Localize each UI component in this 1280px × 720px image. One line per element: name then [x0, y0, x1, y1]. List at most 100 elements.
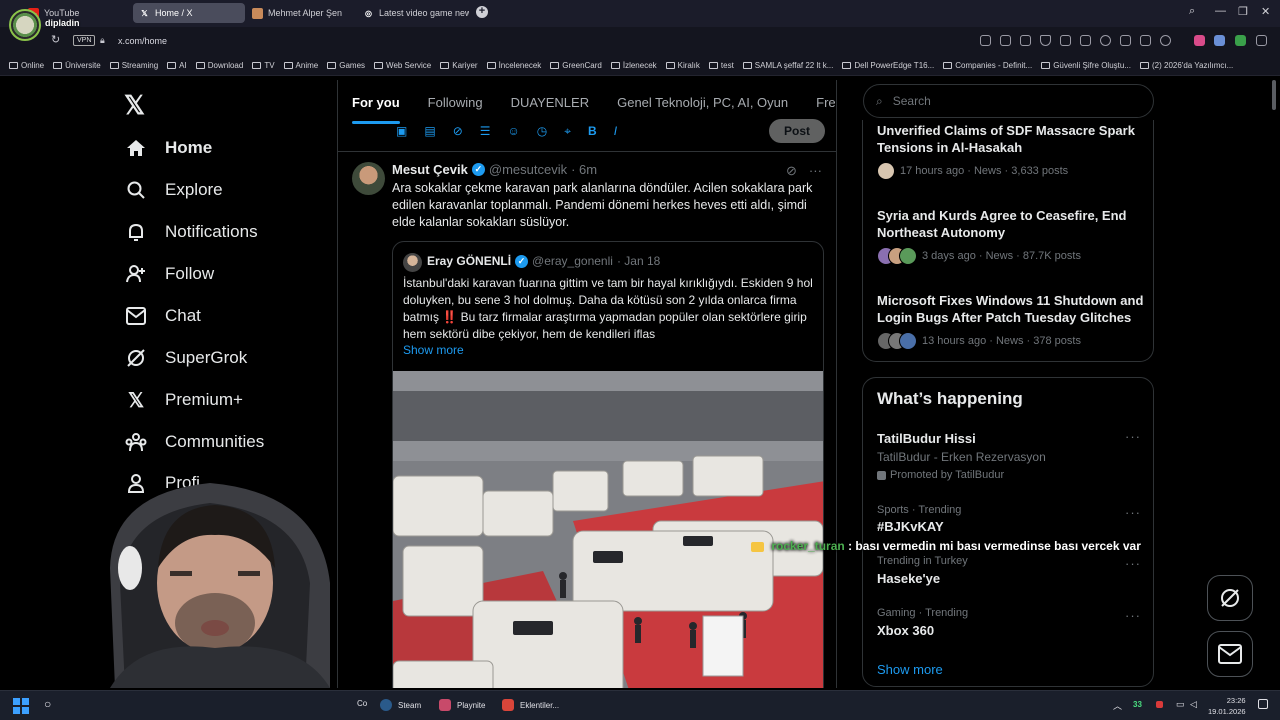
taskbar-playnite[interactable]: Playnite: [439, 699, 485, 711]
bookmark-item[interactable]: İzlenecek: [610, 61, 657, 70]
search-tabs-icon[interactable]: ⌕: [1189, 5, 1195, 18]
author-name[interactable]: Mesut Çevik: [392, 162, 468, 177]
show-more-link[interactable]: Show more: [403, 343, 464, 357]
timeline-tab[interactable]: DUAYENLER: [497, 80, 604, 124]
menu-icon[interactable]: [1140, 35, 1151, 46]
nav-explore[interactable]: Explore: [125, 179, 223, 201]
extension-icon[interactable]: [1235, 35, 1246, 46]
clock[interactable]: 23:26 19.01.2026: [1208, 695, 1246, 717]
bookmark-item[interactable]: Download: [195, 61, 243, 70]
bookmark-item[interactable]: Kariyer: [440, 61, 478, 70]
tray-chevron-icon[interactable]: ︿: [1113, 699, 1122, 712]
nav-chat[interactable]: Chat: [125, 305, 201, 327]
bookmark-item[interactable]: Anime: [283, 61, 318, 70]
nav-communities[interactable]: Communities: [125, 431, 264, 453]
bold-icon[interactable]: B: [588, 124, 597, 146]
network-icon[interactable]: ▭: [1176, 699, 1185, 710]
bookmark-item[interactable]: Üniversite: [53, 61, 101, 70]
bookmark-item[interactable]: AI: [167, 61, 187, 70]
more-icon[interactable]: ···: [1125, 608, 1141, 623]
extension-icon[interactable]: [1194, 35, 1205, 46]
poll-icon[interactable]: ☰: [480, 124, 491, 146]
author-handle[interactable]: @mesutcevik: [489, 162, 567, 177]
vpn-badge[interactable]: VPN: [73, 35, 96, 46]
tray-app-icon[interactable]: [1156, 701, 1163, 708]
extension-icon[interactable]: [1256, 35, 1267, 46]
caravan-fair-photo[interactable]: [393, 371, 823, 688]
location-icon[interactable]: ⌖: [564, 124, 571, 146]
nav-premium[interactable]: 𝕏 Premium+: [125, 389, 243, 412]
bookmark-item[interactable]: Kiralık: [665, 61, 700, 70]
timeline-tab[interactable]: Following: [414, 80, 497, 124]
minimize-icon[interactable]: —: [1215, 5, 1226, 17]
send-icon[interactable]: [1080, 35, 1091, 46]
extension-icon[interactable]: [1000, 35, 1011, 46]
bookmark-item[interactable]: TV: [252, 61, 275, 70]
bookmark-item[interactable]: Streaming: [109, 61, 158, 70]
search-input[interactable]: ⌕ Search: [863, 84, 1154, 118]
grok-icon[interactable]: ⊘: [786, 163, 797, 179]
grok-icon[interactable]: ⊘: [453, 124, 463, 146]
tab-home-x[interactable]: 𝕏 Home / X: [133, 3, 245, 23]
lock-icon[interactable]: 🔒︎: [100, 35, 105, 46]
media-icon[interactable]: ▣: [396, 124, 407, 146]
bookmark-item[interactable]: Companies - Definit...: [943, 61, 1032, 70]
taskbar-extensions[interactable]: Eklentiler...: [502, 699, 559, 711]
timeline-tab[interactable]: For you: [338, 80, 414, 124]
nav-follow[interactable]: Follow: [125, 263, 214, 285]
account-icon[interactable]: [1160, 35, 1171, 46]
bookmark-item[interactable]: Web Service: [374, 61, 431, 70]
url-field[interactable]: x.com/home: [118, 36, 167, 46]
camera-icon[interactable]: [1020, 35, 1031, 46]
messages-button[interactable]: [1207, 631, 1253, 677]
taskbar-steam[interactable]: Steam: [380, 699, 421, 711]
heart-icon[interactable]: [1100, 35, 1111, 46]
news-title[interactable]: Syria and Kurds Agree to Ceasefire, End …: [877, 207, 1145, 241]
tab-mehmet-alper-sen[interactable]: Mehmet Alper Şen: [246, 3, 362, 23]
shield-icon[interactable]: [1040, 35, 1051, 46]
timeline-tab[interactable]: Genel Teknoloji, PC, AI, Oyun: [603, 80, 802, 124]
gif-icon[interactable]: ▤: [424, 124, 435, 146]
x-logo-icon[interactable]: 𝕏: [124, 90, 145, 121]
more-icon[interactable]: ···: [1125, 429, 1141, 444]
windows-start-icon[interactable]: [13, 698, 29, 714]
taskbar-item[interactable]: Co: [357, 699, 367, 708]
more-icon[interactable]: ···: [1125, 505, 1141, 520]
bookmark-item[interactable]: Dell PowerEdge T16...: [842, 61, 934, 70]
more-icon[interactable]: ···: [1125, 556, 1141, 571]
more-icon[interactable]: ···: [809, 163, 822, 179]
tray-count[interactable]: 33: [1133, 700, 1142, 709]
news-title[interactable]: Unverified Claims of SDF Massacre Spark …: [877, 122, 1145, 156]
bookmark-item[interactable]: (2) 2026'da Yazılımcı...: [1140, 61, 1233, 70]
news-title[interactable]: Microsoft Fixes Windows 11 Shutdown and …: [877, 292, 1145, 326]
avatar[interactable]: [352, 162, 385, 195]
nav-supergrok[interactable]: SuperGrok: [125, 347, 247, 369]
schedule-icon[interactable]: ◷: [537, 124, 547, 146]
page-scrollbar[interactable]: [1272, 80, 1276, 110]
notifications-icon[interactable]: [1258, 699, 1268, 709]
bookmark-item[interactable]: Güvenli Şifre Oluştu...: [1041, 61, 1131, 70]
timeline-tab[interactable]: Free G: [802, 80, 836, 124]
show-more-link[interactable]: Show more: [877, 662, 943, 677]
bookmark-item[interactable]: SAMLA şeffaf 22 lt k...: [742, 61, 833, 70]
nav-home[interactable]: Home: [125, 137, 212, 159]
reload-icon[interactable]: ↻: [51, 33, 60, 46]
search-icon[interactable]: ○: [44, 697, 51, 711]
extension-icon[interactable]: [1214, 35, 1225, 46]
extension-icon[interactable]: [1060, 35, 1071, 46]
close-icon[interactable]: ✕: [1261, 5, 1270, 18]
tab-video-game-news[interactable]: ◎ Latest video game news: [357, 3, 469, 23]
volume-icon[interactable]: ◁: [1190, 699, 1197, 710]
bookmark-item[interactable]: test: [708, 61, 734, 70]
maximize-icon[interactable]: ❐: [1238, 5, 1248, 18]
bookmark-item[interactable]: İncelenecek: [486, 61, 541, 70]
bookmark-item[interactable]: GreenCard: [550, 61, 602, 70]
quoted-tweet[interactable]: Eray GÖNENLİ ✓ @eray_gonenli · Jan 18 İs…: [392, 241, 824, 688]
extension-icon[interactable]: [980, 35, 991, 46]
nav-notifications[interactable]: Notifications: [125, 221, 258, 243]
bookmark-item[interactable]: Games: [327, 61, 365, 70]
grok-button[interactable]: [1207, 575, 1253, 621]
post-button[interactable]: Post: [769, 119, 825, 143]
emoji-icon[interactable]: ☺: [508, 124, 520, 146]
italic-icon[interactable]: I: [614, 124, 617, 146]
